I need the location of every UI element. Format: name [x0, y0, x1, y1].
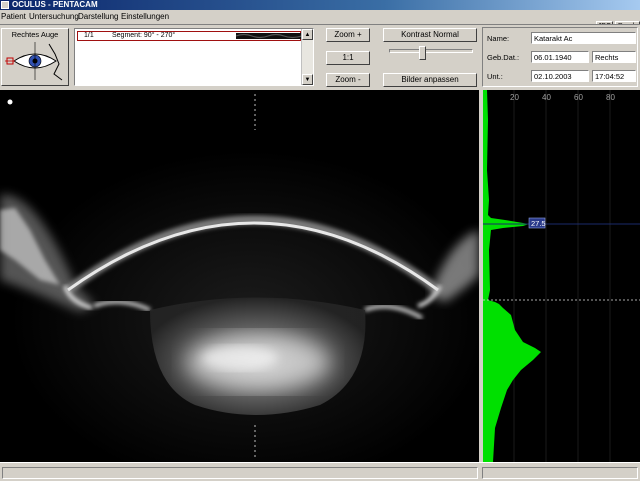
fit-images-button[interactable]: Bilder anpassen: [383, 73, 477, 87]
contrast-normal-button[interactable]: Kontrast Normal: [383, 28, 477, 42]
contrast-slider[interactable]: [389, 46, 473, 68]
slider-thumb[interactable]: [419, 46, 426, 60]
segment-list[interactable]: 1/1 Segment: 90° - 270° ▲ ▼: [74, 28, 314, 86]
zoom-reset-button[interactable]: 1:1: [326, 51, 370, 65]
menu-untersuchung[interactable]: Untersuchung: [29, 12, 79, 22]
name-field[interactable]: Katarakt Ac: [531, 32, 636, 44]
menu-patient[interactable]: Patient: [1, 12, 26, 22]
slider-track: [389, 49, 473, 53]
x-tick-40: 40: [542, 93, 551, 102]
status-panel-right: [482, 467, 638, 479]
segment-index: 1/1: [84, 32, 94, 39]
menu-darstellung[interactable]: Darstellung: [78, 12, 118, 22]
status-bar: [0, 462, 640, 481]
birth-date-field[interactable]: 06.01.1940: [531, 51, 589, 63]
exam-date-field[interactable]: 02.10.2003: [531, 70, 589, 82]
marker-value: 27.5: [531, 219, 546, 228]
eye-label: Rechtes Auge: [11, 30, 59, 39]
scheimpflug-image[interactable]: [0, 90, 479, 462]
menu-bar: Patient Untersuchung Darstellung Einstel…: [0, 10, 640, 33]
eye-side-field[interactable]: Rechts: [592, 51, 636, 63]
window-title: OCULUS - PENTACAM: [12, 0, 98, 9]
zoom-out-button[interactable]: Zoom -: [326, 73, 370, 87]
segment-row[interactable]: 1/1 Segment: 90° - 270°: [77, 31, 302, 41]
eye-panel[interactable]: Rechtes Auge: [1, 28, 69, 86]
exam-time-field[interactable]: 17:04:52: [592, 70, 636, 82]
name-label: Name:: [487, 34, 510, 43]
x-tick-80: 80: [606, 93, 615, 102]
status-panel-left: [2, 467, 478, 479]
x-tick-20: 20: [510, 93, 519, 102]
eye-cross-section-image: [0, 90, 479, 462]
scroll-up-icon[interactable]: ▲: [302, 29, 313, 40]
exam-label: Unt.:: [487, 72, 503, 81]
menu-einstellungen[interactable]: Einstellungen: [121, 12, 169, 22]
eye-diagram-icon: [5, 42, 63, 81]
density-profile-plot: 20 40 60 80 27.5: [483, 90, 640, 462]
density-profile-area: [483, 90, 541, 462]
scroll-down-icon[interactable]: ▼: [302, 74, 313, 85]
density-graph: 20 40 60 80 27.5: [483, 90, 640, 462]
segment-scrollbar[interactable]: ▲ ▼: [301, 29, 313, 85]
segment-label: Segment: 90° - 270°: [112, 32, 176, 39]
x-tick-60: 60: [574, 93, 583, 102]
title-bar: OCULUS - PENTACAM: [0, 0, 640, 10]
redacted-bar: [236, 33, 302, 39]
birth-label: Geb.Dat.:: [487, 53, 520, 62]
patient-info-panel: Name: Katarakt Ac Geb.Dat.: 06.01.1940 R…: [482, 27, 638, 87]
app-icon: [1, 1, 9, 9]
zoom-in-button[interactable]: Zoom +: [326, 28, 370, 42]
